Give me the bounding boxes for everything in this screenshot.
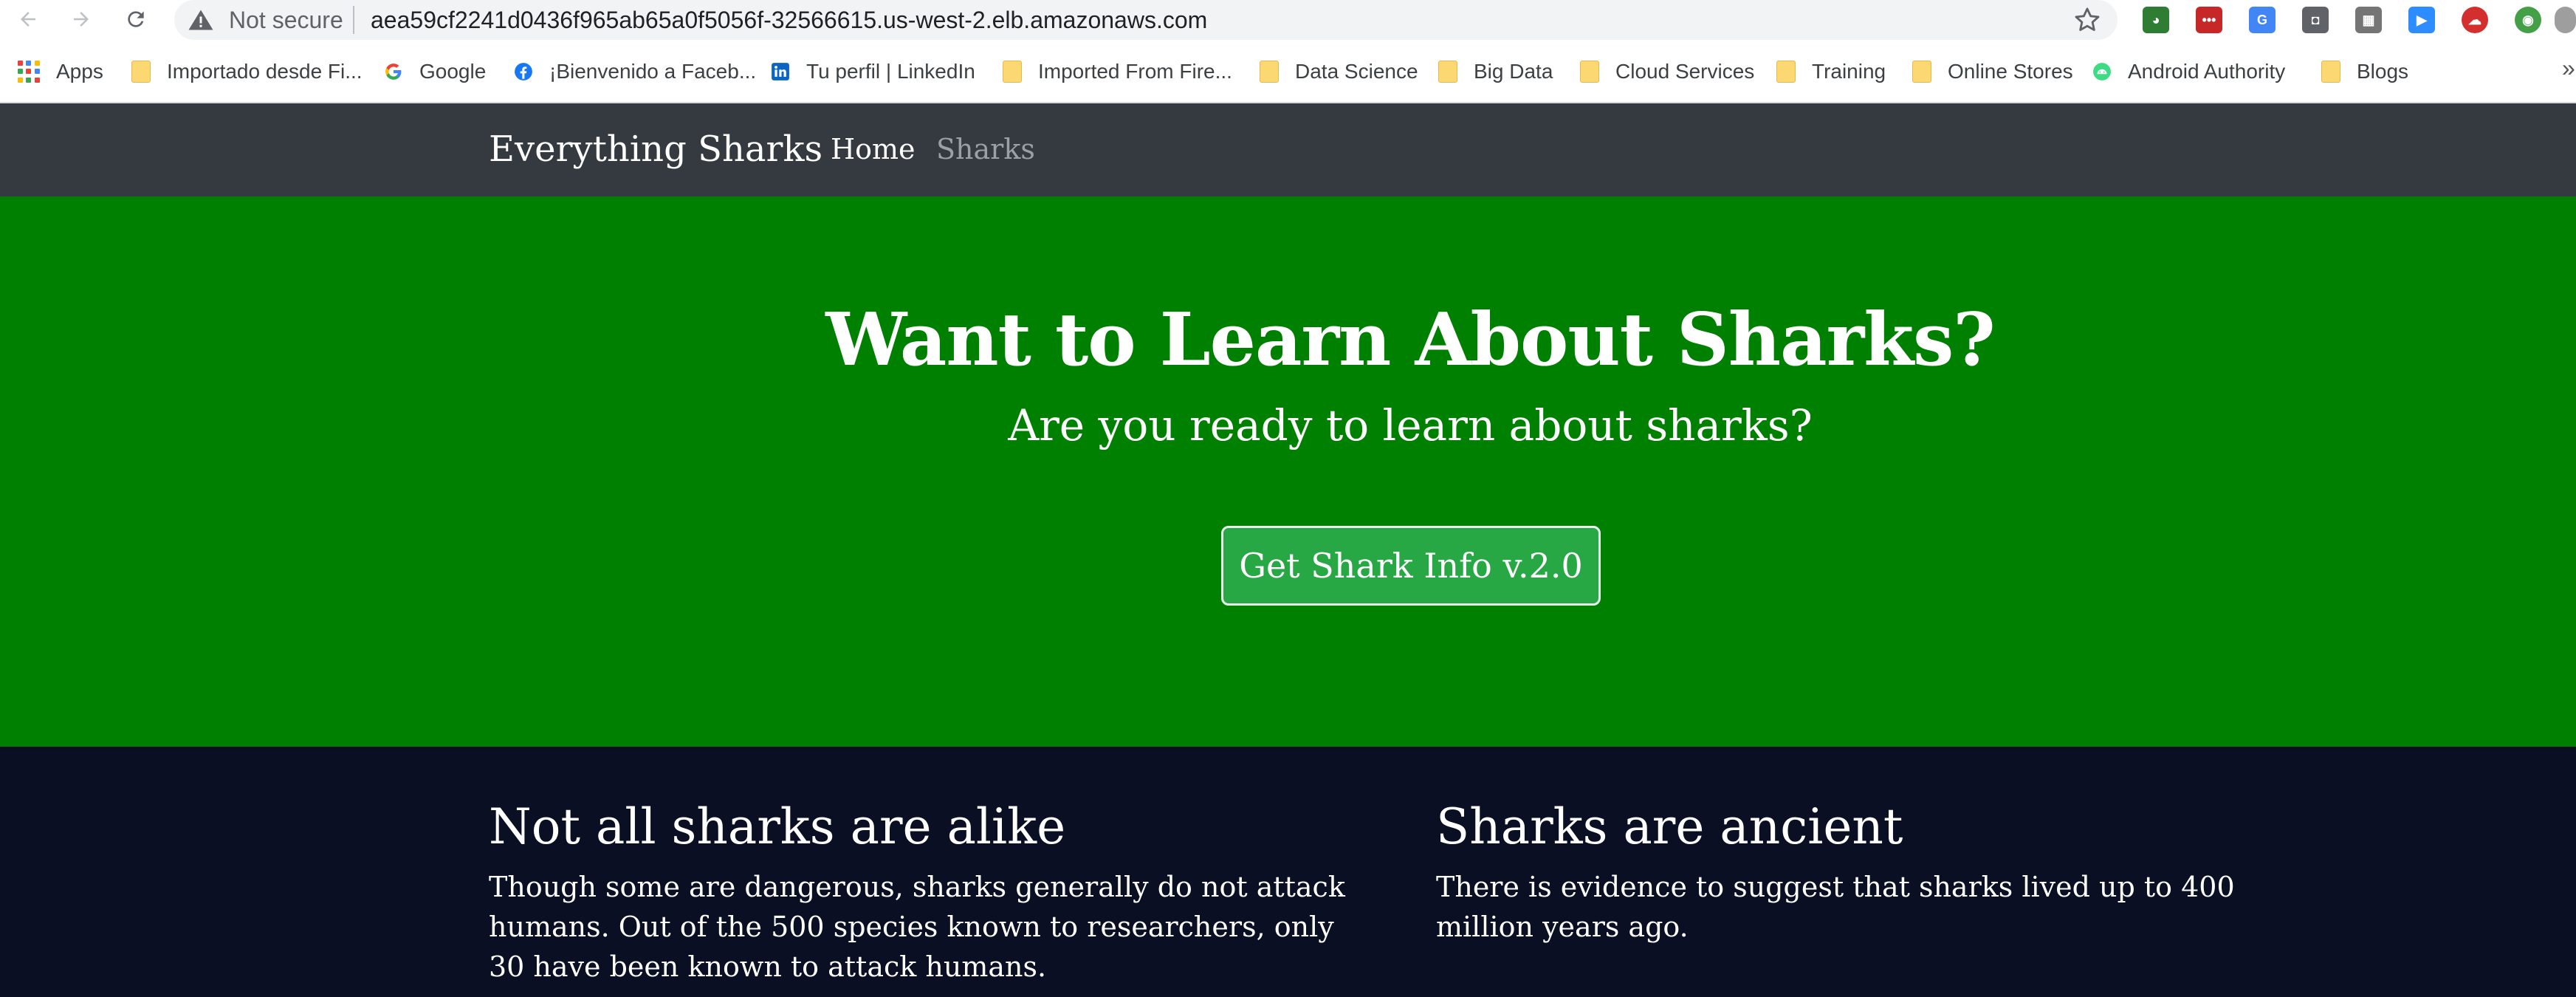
star-icon[interactable] <box>2073 6 2101 34</box>
hero-subtitle: Are you ready to learn about sharks? <box>1008 400 1813 450</box>
browser-toolbar: Not secure aea59cf2241d0436f965ab65a0f50… <box>0 0 2576 40</box>
folder-icon <box>1776 61 1796 83</box>
bookmark-label: Cloud Services <box>1615 60 1755 83</box>
bookmark-imported-firefox[interactable]: Imported From Fire... <box>1003 55 1232 89</box>
bookmark-linkedin[interactable]: Tu perfil | LinkedIn <box>771 55 975 89</box>
site-brand[interactable]: Everything Sharks <box>489 124 822 174</box>
folder-icon <box>131 61 151 83</box>
bookmark-label: Online Stores <box>1948 60 2073 83</box>
bookmark-android-authority[interactable]: Android Authority <box>2092 55 2285 89</box>
storage-extension-icon[interactable]: ▦ <box>2355 7 2382 33</box>
bookmark-label: Big Data <box>1474 60 1553 83</box>
bookmark-label: Data Science <box>1295 60 1418 83</box>
reload-icon <box>128 11 144 27</box>
cloud-extension-icon[interactable]: ☁ <box>2462 7 2488 33</box>
reload-button[interactable] <box>120 3 152 35</box>
nav-link-home[interactable]: Home <box>831 126 916 173</box>
warning-icon[interactable] <box>188 9 214 31</box>
forward-arrow-icon <box>74 12 89 27</box>
bookmark-label: Importado desde Fi... <box>167 60 363 83</box>
bookmark-data-science[interactable]: Data Science <box>1260 55 1418 89</box>
keep-extension-icon[interactable]: ◘ <box>2302 7 2329 33</box>
linkedin-icon <box>772 63 789 80</box>
back-arrow-icon <box>21 12 35 27</box>
folder-icon <box>2321 61 2340 83</box>
bookmark-label: Blogs <box>2357 60 2409 83</box>
more-bookmarks-chevron[interactable]: » <box>2562 55 2575 82</box>
bookmark-label: Imported From Fire... <box>1038 60 1232 83</box>
bookmark-blogs[interactable]: Blogs <box>2321 55 2408 89</box>
folder-icon <box>1438 61 1457 83</box>
get-shark-info-button[interactable]: Get Shark Info v.2.0 <box>1221 526 1601 606</box>
security-label[interactable]: Not secure <box>229 5 343 35</box>
bookmark-importado[interactable]: Importado desde Fi... <box>131 55 363 89</box>
globe-extension-icon[interactable]: ◕ <box>2143 7 2169 33</box>
android-icon <box>2093 63 2111 80</box>
bookmark-facebook[interactable]: ¡Bienvenido a Faceb... <box>514 55 756 89</box>
folder-icon <box>1580 61 1599 83</box>
bookmark-online-stores[interactable]: Online Stores <box>1912 55 2073 89</box>
bookmark-cloud-services[interactable]: Cloud Services <box>1580 55 1754 89</box>
folder-icon <box>1260 61 1279 83</box>
zoom-extension-icon[interactable]: ▶ <box>2408 7 2435 33</box>
forward-button[interactable] <box>65 3 97 35</box>
folder-icon <box>1003 61 1022 83</box>
bookmark-apps[interactable]: Apps <box>18 55 103 89</box>
hero-title: Want to Learn About Sharks? <box>825 298 1995 383</box>
url-divider <box>353 6 354 34</box>
nav-link-sharks[interactable]: Sharks <box>936 126 1035 173</box>
hero-section <box>0 196 2576 747</box>
back-button[interactable] <box>12 3 44 35</box>
bookmark-label: Android Authority <box>2128 60 2286 83</box>
apps-grid-icon <box>18 61 40 83</box>
bookmark-big-data[interactable]: Big Data <box>1438 55 1553 89</box>
bookmark-label: ¡Bienvenido a Faceb... <box>549 60 757 83</box>
grammar-extension-icon[interactable]: ◉ <box>2515 7 2541 33</box>
facebook-icon <box>515 63 532 80</box>
translate-extension-icon[interactable]: G <box>2249 7 2276 33</box>
lastpass-extension-icon[interactable]: ••• <box>2196 7 2222 33</box>
site-navbar <box>0 103 2576 196</box>
right-column-title: Sharks are ancient <box>1436 798 1903 855</box>
bookmark-label: Apps <box>56 60 103 83</box>
url-text[interactable]: aea59cf2241d0436f965ab65a0f5056f-3256661… <box>371 5 1207 35</box>
bookmark-label: Tu perfil | LinkedIn <box>806 60 975 83</box>
bookmark-google[interactable]: Google <box>384 55 486 89</box>
more-extension-icon[interactable] <box>2555 7 2576 33</box>
left-column-text: Though some are dangerous, sharks genera… <box>489 871 1345 983</box>
right-column-text: There is evidence to suggest that sharks… <box>1436 871 2235 943</box>
bookmark-training[interactable]: Training <box>1776 55 1886 89</box>
bookmark-label: Training <box>1812 60 1886 83</box>
google-icon <box>385 64 402 80</box>
folder-icon <box>1912 61 1931 83</box>
bookmark-label: Google <box>419 60 487 83</box>
left-column-title: Not all sharks are alike <box>489 798 1066 855</box>
